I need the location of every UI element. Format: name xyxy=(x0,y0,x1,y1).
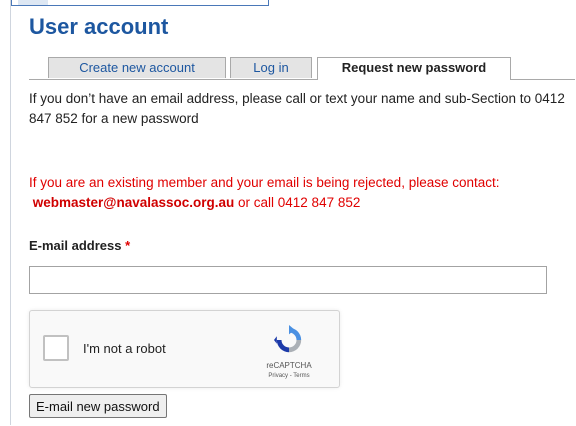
tab-request-new-password[interactable]: Request new password xyxy=(317,57,511,80)
recaptcha-privacy-terms[interactable]: Privacy - Terms xyxy=(252,373,326,379)
warning-text: If you are an existing member and your e… xyxy=(29,173,576,213)
email-new-password-button[interactable]: E-mail new password xyxy=(29,394,167,418)
recaptcha-checkbox[interactable] xyxy=(43,335,69,361)
webmaster-email-link[interactable]: webmaster@navalassoc.org.au xyxy=(33,195,235,210)
recaptcha-logo-icon xyxy=(274,325,302,353)
tab-bar: Create new account Log in Request new pa… xyxy=(29,57,575,80)
info-text: If you don’t have an email address, plea… xyxy=(29,91,565,126)
email-label-text: E-mail address xyxy=(29,238,122,253)
warning-phone-text: or call 0412 847 852 xyxy=(234,195,361,210)
top-strip xyxy=(11,0,269,6)
email-label: E-mail address * xyxy=(29,238,130,253)
content-frame: User account Create new account Log in R… xyxy=(10,0,575,425)
warning-line-2: webmaster@navalassoc.org.au or call 0412… xyxy=(29,193,576,213)
recaptcha-brand: reCAPTCHA xyxy=(266,361,312,370)
recaptcha-label: I'm not a robot xyxy=(83,341,166,356)
email-input[interactable] xyxy=(29,266,547,294)
page-title: User account xyxy=(29,14,169,39)
warning-line-1: If you are an existing member and your e… xyxy=(29,175,500,190)
top-strip-accent xyxy=(18,0,48,5)
tab-log-in[interactable]: Log in xyxy=(230,57,312,78)
tab-create-new-account[interactable]: Create new account xyxy=(48,57,226,78)
recaptcha-widget: I'm not a robot reCAPTCHA Privacy - Term… xyxy=(29,310,340,388)
required-marker: * xyxy=(125,238,131,253)
